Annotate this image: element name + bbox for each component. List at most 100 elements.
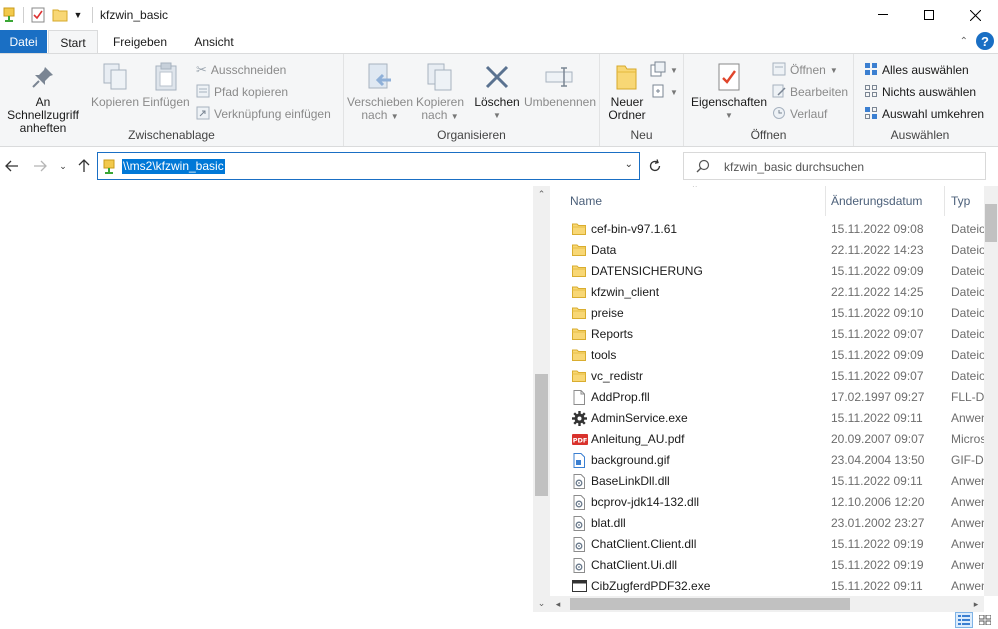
column-header-date[interactable]: Änderungsdatum — [831, 194, 922, 208]
file-row[interactable]: blat.dll 23.01.2002 23:27 Anwendungserweit… — [556, 513, 984, 534]
column-header-type[interactable]: Typ — [951, 194, 970, 208]
file-row[interactable]: ChatClient.Ui.dll 15.11.2022 09:19 Anwendu… — [556, 555, 984, 576]
paste-shortcut-button[interactable]: Verknüpfung einfügen — [196, 104, 331, 124]
file-rows: cef-bin-v97.1.61 15.11.2022 09:08 Dateiord… — [556, 219, 984, 596]
copy-to-button[interactable]: Kopieren nach ▼ — [414, 60, 466, 123]
details-view-button[interactable] — [955, 612, 973, 628]
file-date: 15.11.2022 09:07 — [831, 327, 924, 341]
file-date: 23.04.2004 13:50 — [831, 453, 925, 467]
arrow-left-icon — [5, 160, 18, 172]
scrollbar-thumb[interactable] — [535, 374, 548, 496]
properties-button[interactable]: Eigenschaften ▼ — [688, 60, 770, 122]
column-header-name[interactable]: Name — [570, 194, 602, 208]
help-button[interactable]: ? — [976, 32, 994, 50]
search-box[interactable]: kfzwin_basic durchsuchen — [683, 152, 986, 180]
move-to-button[interactable]: Verschieben nach ▼ — [347, 60, 413, 123]
new-folder-icon[interactable] — [51, 5, 69, 25]
ribbon-tabs: Datei Start Freigeben Ansicht ⌃ ? — [0, 30, 998, 54]
file-row[interactable]: cef-bin-v97.1.61 15.11.2022 09:08 Dateiord… — [556, 219, 984, 240]
paste-button[interactable]: Einfügen — [141, 60, 191, 109]
invert-selection-icon — [864, 106, 878, 123]
file-date: 22.11.2022 14:25 — [831, 285, 924, 299]
navigation-pane[interactable]: ⌃ ⌄ — [0, 186, 550, 612]
maximize-button[interactable] — [906, 0, 952, 30]
edit-button[interactable]: Bearbeiten — [772, 82, 848, 102]
scroll-down-icon[interactable]: ⌄ — [533, 595, 550, 612]
pin-icon — [31, 60, 55, 94]
network-folder-icon — [0, 5, 18, 25]
invert-selection-button[interactable]: Auswahl umkehren — [864, 104, 984, 124]
properties-icon[interactable] — [29, 5, 47, 25]
properties-check-icon — [716, 60, 742, 94]
chevron-down-icon[interactable]: ▼ — [69, 5, 87, 25]
file-date: 22.11.2022 14:23 — [831, 243, 924, 257]
history-button[interactable]: Verlauf — [772, 104, 827, 124]
file-row[interactable]: AddProp.fll 17.02.1997 09:27 FLL-Datei — [556, 387, 984, 408]
file-row[interactable]: background.gif 23.04.2004 13:50 GIF-Datei — [556, 450, 984, 471]
search-placeholder: kfzwin_basic durchsuchen — [724, 160, 865, 174]
file-row[interactable]: bcprov-jdk14-132.dll 12.10.2006 12:20 Anwe… — [556, 492, 984, 513]
file-row[interactable]: DATENSICHERUNG 15.11.2022 09:09 Dateiordne… — [556, 261, 984, 282]
recent-locations-button[interactable]: ⌄ — [54, 157, 72, 175]
cut-button[interactable]: ✂ Ausschneiden — [196, 60, 286, 80]
refresh-button[interactable] — [646, 157, 664, 175]
group-label-open: Öffnen — [750, 128, 787, 142]
file-row[interactable]: BaseLinkDll.dll 15.11.2022 09:11 Anwendung… — [556, 471, 984, 492]
up-button[interactable] — [75, 157, 93, 175]
new-item-button[interactable]: ▼ — [650, 60, 678, 80]
tab-file[interactable]: Datei — [0, 30, 47, 54]
file-type: Dateiordner — [951, 327, 984, 341]
scroll-left-icon[interactable]: ◂ — [550, 596, 566, 612]
file-row[interactable]: PDF Anleitung_AU.pdf 20.09.2007 09:07 Micro… — [556, 429, 984, 450]
select-all-button[interactable]: Alles auswählen — [864, 60, 969, 80]
file-row[interactable]: vc_redistr 15.11.2022 09:07 Dateiordner — [556, 366, 984, 387]
scrollbar-thumb[interactable] — [985, 204, 997, 242]
file-row[interactable]: ChatClient.Client.dll 15.11.2022 09:19 Anw… — [556, 534, 984, 555]
large-icons-view-button[interactable] — [976, 612, 994, 628]
file-list: ⌃ Name Änderungsdatum Typ cef-bin-v97.1.… — [556, 186, 984, 596]
scroll-right-icon[interactable]: ▸ — [968, 596, 984, 612]
tab-start[interactable]: Start — [48, 30, 98, 54]
search-icon — [696, 159, 710, 176]
close-button[interactable] — [952, 0, 998, 30]
navigation-pane-scrollbar[interactable]: ⌃ ⌄ — [533, 186, 550, 612]
file-type: Anwendungserweiterung — [951, 495, 984, 509]
scroll-up-icon[interactable]: ⌃ — [533, 186, 550, 203]
pin-quick-access-button[interactable]: An Schnellzugriff anheften — [0, 60, 86, 135]
minimize-button[interactable] — [860, 0, 906, 30]
select-none-button[interactable]: Nichts auswählen — [864, 82, 976, 102]
file-row[interactable]: kfzwin_client 22.11.2022 14:25 Dateiordner — [556, 282, 984, 303]
file-row[interactable]: CibZugferdPDF32.exe 15.11.2022 09:11 Anwen… — [556, 576, 984, 596]
delete-button[interactable]: Löschen ▼ — [472, 60, 522, 122]
address-path[interactable]: \\ms2\kfzwin_basic — [122, 159, 225, 174]
file-type: Anwendung — [951, 411, 984, 425]
file-row[interactable]: Reports 15.11.2022 09:07 Dateiordner — [556, 324, 984, 345]
copy-to-icon — [425, 60, 455, 94]
horizontal-scrollbar-thumb[interactable] — [570, 598, 850, 610]
title-bar: ▼ kfzwin_basic — [0, 0, 998, 30]
address-bar[interactable]: \\ms2\kfzwin_basic ⌄ — [97, 152, 640, 180]
navigation-bar: ⌄ \\ms2\kfzwin_basic ⌄ kfzwin_basic durc… — [0, 148, 998, 186]
folder-icon — [572, 327, 586, 342]
easy-access-button[interactable]: ▼ — [650, 82, 678, 102]
file-row[interactable]: Data 22.11.2022 14:23 Dateiordner — [556, 240, 984, 261]
file-type: Microsoft Edge PDF — [951, 432, 984, 446]
tab-share[interactable]: Freigeben — [104, 30, 176, 54]
file-row[interactable]: preise 15.11.2022 09:10 Dateiordner — [556, 303, 984, 324]
copy-button[interactable]: Kopieren — [90, 60, 140, 109]
back-button[interactable] — [3, 157, 21, 175]
file-row[interactable]: tools 15.11.2022 09:09 Dateiordner — [556, 345, 984, 366]
scissors-icon: ✂ — [196, 62, 207, 77]
forward-button[interactable] — [31, 157, 49, 175]
open-button[interactable]: Öffnen ▼ — [772, 60, 838, 80]
chevron-up-icon[interactable]: ⌃ — [960, 36, 968, 47]
file-row[interactable]: AdminService.exe 15.11.2022 09:11 Anwendun… — [556, 408, 984, 429]
copy-path-button[interactable]: Pfad kopieren — [196, 82, 288, 102]
rename-button[interactable]: Umbenennen — [522, 60, 598, 109]
address-dropdown-icon[interactable]: ⌄ — [625, 159, 633, 170]
file-date: 15.11.2022 09:09 — [831, 348, 924, 362]
new-folder-button[interactable]: Neuer Ordner — [604, 60, 650, 122]
tab-view[interactable]: Ansicht — [184, 30, 244, 54]
file-list-scrollbar[interactable] — [984, 186, 998, 596]
horizontal-scrollbar[interactable]: ◂ ▸ — [550, 596, 984, 612]
